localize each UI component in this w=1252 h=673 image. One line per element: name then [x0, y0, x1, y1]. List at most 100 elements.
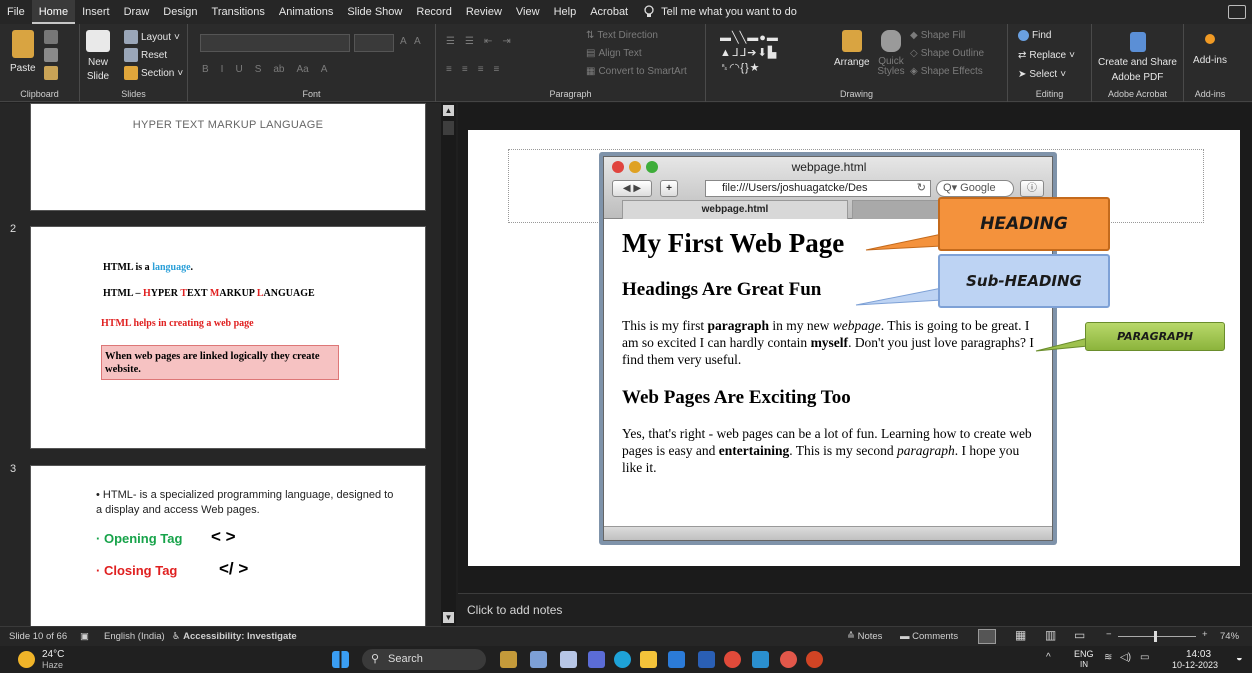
- slideshow-icon[interactable]: ▭: [1074, 628, 1085, 642]
- outdent-icon[interactable]: ⇥: [502, 36, 510, 47]
- word-icon[interactable]: [698, 651, 715, 668]
- bold-button[interactable]: B: [202, 64, 209, 75]
- taskview-icon[interactable]: [560, 651, 577, 668]
- zoom-out-button[interactable]: −: [1106, 629, 1112, 640]
- grow-font-button[interactable]: A: [400, 36, 407, 47]
- zoom-level[interactable]: 74%: [1220, 631, 1239, 642]
- menu-record[interactable]: Record: [409, 0, 458, 24]
- slide-thumbnail-3[interactable]: • HTML- is a specialized programming lan…: [30, 465, 426, 626]
- subheading-callout[interactable]: Sub-HEADING: [938, 254, 1110, 308]
- slide-thumbnail-1[interactable]: HYPER TEXT MARKUP LANGUAGE: [30, 103, 426, 211]
- teams-icon[interactable]: [588, 651, 605, 668]
- scroll-up-icon[interactable]: ▲: [443, 105, 454, 116]
- layout-button[interactable]: Layout ˅: [124, 30, 180, 44]
- paragraph-callout[interactable]: PARAGRAPH: [1085, 322, 1225, 351]
- slide-thumbnail-2[interactable]: HTML is a language. HTML – HYPER TEXT MA…: [30, 226, 426, 449]
- cut-icon[interactable]: [44, 30, 58, 44]
- menu-insert[interactable]: Insert: [75, 0, 117, 24]
- font-size-dropdown[interactable]: [354, 34, 394, 52]
- justify-icon[interactable]: ≡: [494, 64, 500, 75]
- font-name-dropdown[interactable]: [200, 34, 350, 52]
- new-slide-button[interactable]: New Slide: [86, 30, 110, 82]
- widgets-app-icon[interactable]: [500, 651, 517, 668]
- taskbar-search[interactable]: ⚲ Search: [362, 649, 486, 670]
- replace-button[interactable]: ⇄ Replace ˅: [1018, 50, 1075, 61]
- shrink-font-button[interactable]: A: [414, 36, 421, 47]
- tray-chevron-icon[interactable]: ^: [1046, 652, 1051, 663]
- volume-icon[interactable]: ◁): [1120, 652, 1131, 663]
- file-explorer-icon[interactable]: [640, 651, 657, 668]
- numbering-icon[interactable]: ☰: [465, 36, 474, 47]
- comment-icon[interactable]: [1228, 5, 1246, 19]
- photos-icon[interactable]: [752, 651, 769, 668]
- menu-draw[interactable]: Draw: [117, 0, 157, 24]
- underline-button[interactable]: U: [235, 64, 242, 75]
- notification-bell-icon[interactable]: ◒: [1236, 652, 1243, 664]
- thumbnail-scrollbar[interactable]: ▲ ▼: [441, 103, 456, 626]
- shape-effects-button[interactable]: ◈ Shape Effects: [910, 66, 983, 77]
- align-right-icon[interactable]: ≡: [478, 64, 484, 75]
- shape-fill-button[interactable]: ◆ Shape Fill: [910, 30, 965, 41]
- battery-icon[interactable]: ▭: [1140, 652, 1149, 663]
- clock-date[interactable]: 10-12-2023: [1172, 660, 1218, 670]
- comments-button[interactable]: ▬ Comments: [900, 631, 958, 642]
- menu-review[interactable]: Review: [459, 0, 509, 24]
- wifi-icon[interactable]: ≋: [1104, 652, 1112, 663]
- text-direction-button[interactable]: ⇅ Text Direction: [586, 30, 658, 41]
- add-ins-button[interactable]: Add-ins: [1184, 34, 1236, 66]
- chrome-profile-icon[interactable]: [780, 651, 797, 668]
- change-case-button[interactable]: Aa: [296, 64, 308, 75]
- notes-button[interactable]: ≙ Notes: [847, 631, 882, 642]
- input-language[interactable]: ENG: [1074, 649, 1094, 659]
- align-buttons[interactable]: ≡ ≡ ≡ ≡: [446, 64, 499, 75]
- menu-design[interactable]: Design: [156, 0, 204, 24]
- menu-help[interactable]: Help: [547, 0, 584, 24]
- select-button[interactable]: ➤ Select ˅: [1018, 69, 1066, 80]
- section-button[interactable]: Section ˅: [124, 66, 183, 80]
- people-app-icon[interactable]: [530, 651, 547, 668]
- weather-icon[interactable]: [18, 651, 35, 668]
- spacing-button[interactable]: ab: [273, 64, 284, 75]
- strike-button[interactable]: S: [255, 64, 262, 75]
- windows-start-icon[interactable]: [332, 651, 349, 668]
- spellcheck-icon[interactable]: ▣: [80, 631, 89, 642]
- shape-outline-button[interactable]: ◇ Shape Outline: [910, 48, 984, 59]
- find-button[interactable]: Find: [1018, 30, 1051, 41]
- indent-icon[interactable]: ⇤: [484, 36, 492, 47]
- list-buttons[interactable]: ☰ ☰ ⇤ ⇥: [446, 36, 511, 47]
- copy-icon[interactable]: [44, 48, 58, 62]
- notes-pane[interactable]: Click to add notes: [458, 593, 1252, 626]
- powerpoint-icon[interactable]: [806, 651, 823, 668]
- align-text-button[interactable]: ▤ Align Text: [586, 48, 642, 59]
- heading-callout[interactable]: HEADING: [938, 197, 1110, 251]
- align-left-icon[interactable]: ≡: [446, 64, 452, 75]
- slide-thumbnails-pane[interactable]: HYPER TEXT MARKUP LANGUAGE 2 HTML is a l…: [0, 103, 441, 626]
- font-format-buttons[interactable]: B I U S ab Aa A: [202, 64, 327, 75]
- menu-acrobat[interactable]: Acrobat: [583, 0, 635, 24]
- normal-view-button[interactable]: [978, 629, 996, 644]
- italic-button[interactable]: I: [221, 64, 224, 75]
- edge-icon[interactable]: [614, 651, 631, 668]
- accessibility-status[interactable]: ♿ Accessibility: Investigate: [172, 631, 297, 642]
- bullets-icon[interactable]: ☰: [446, 36, 455, 47]
- menu-file[interactable]: File: [0, 0, 32, 24]
- scroll-down-icon[interactable]: ▼: [443, 612, 454, 623]
- format-painter-icon[interactable]: [44, 66, 58, 80]
- quick-styles-button[interactable]: Quick Styles: [876, 30, 906, 77]
- clock-time[interactable]: 14:03: [1186, 649, 1211, 660]
- menu-slide-show[interactable]: Slide Show: [340, 0, 409, 24]
- slide-sorter-icon[interactable]: ▦: [1015, 628, 1026, 642]
- menu-animations[interactable]: Animations: [272, 0, 340, 24]
- current-slide[interactable]: webpage.html ◀ ▶ + file:///Users/joshuag…: [468, 130, 1240, 566]
- arrange-button[interactable]: Arrange: [834, 30, 870, 68]
- reset-button[interactable]: Reset: [124, 48, 167, 62]
- menu-home[interactable]: Home: [31, 0, 76, 24]
- smartart-button[interactable]: ▦ Convert to SmartArt: [586, 66, 687, 77]
- tell-me-box[interactable]: Tell me what you want to do: [643, 5, 797, 19]
- reading-view-icon[interactable]: ▥: [1045, 628, 1056, 642]
- align-center-icon[interactable]: ≡: [462, 64, 468, 75]
- language-indicator[interactable]: English (India): [104, 631, 165, 642]
- zoom-slider[interactable]: [1118, 636, 1196, 637]
- menu-view[interactable]: View: [509, 0, 547, 24]
- zoom-slider-thumb[interactable]: [1154, 631, 1157, 642]
